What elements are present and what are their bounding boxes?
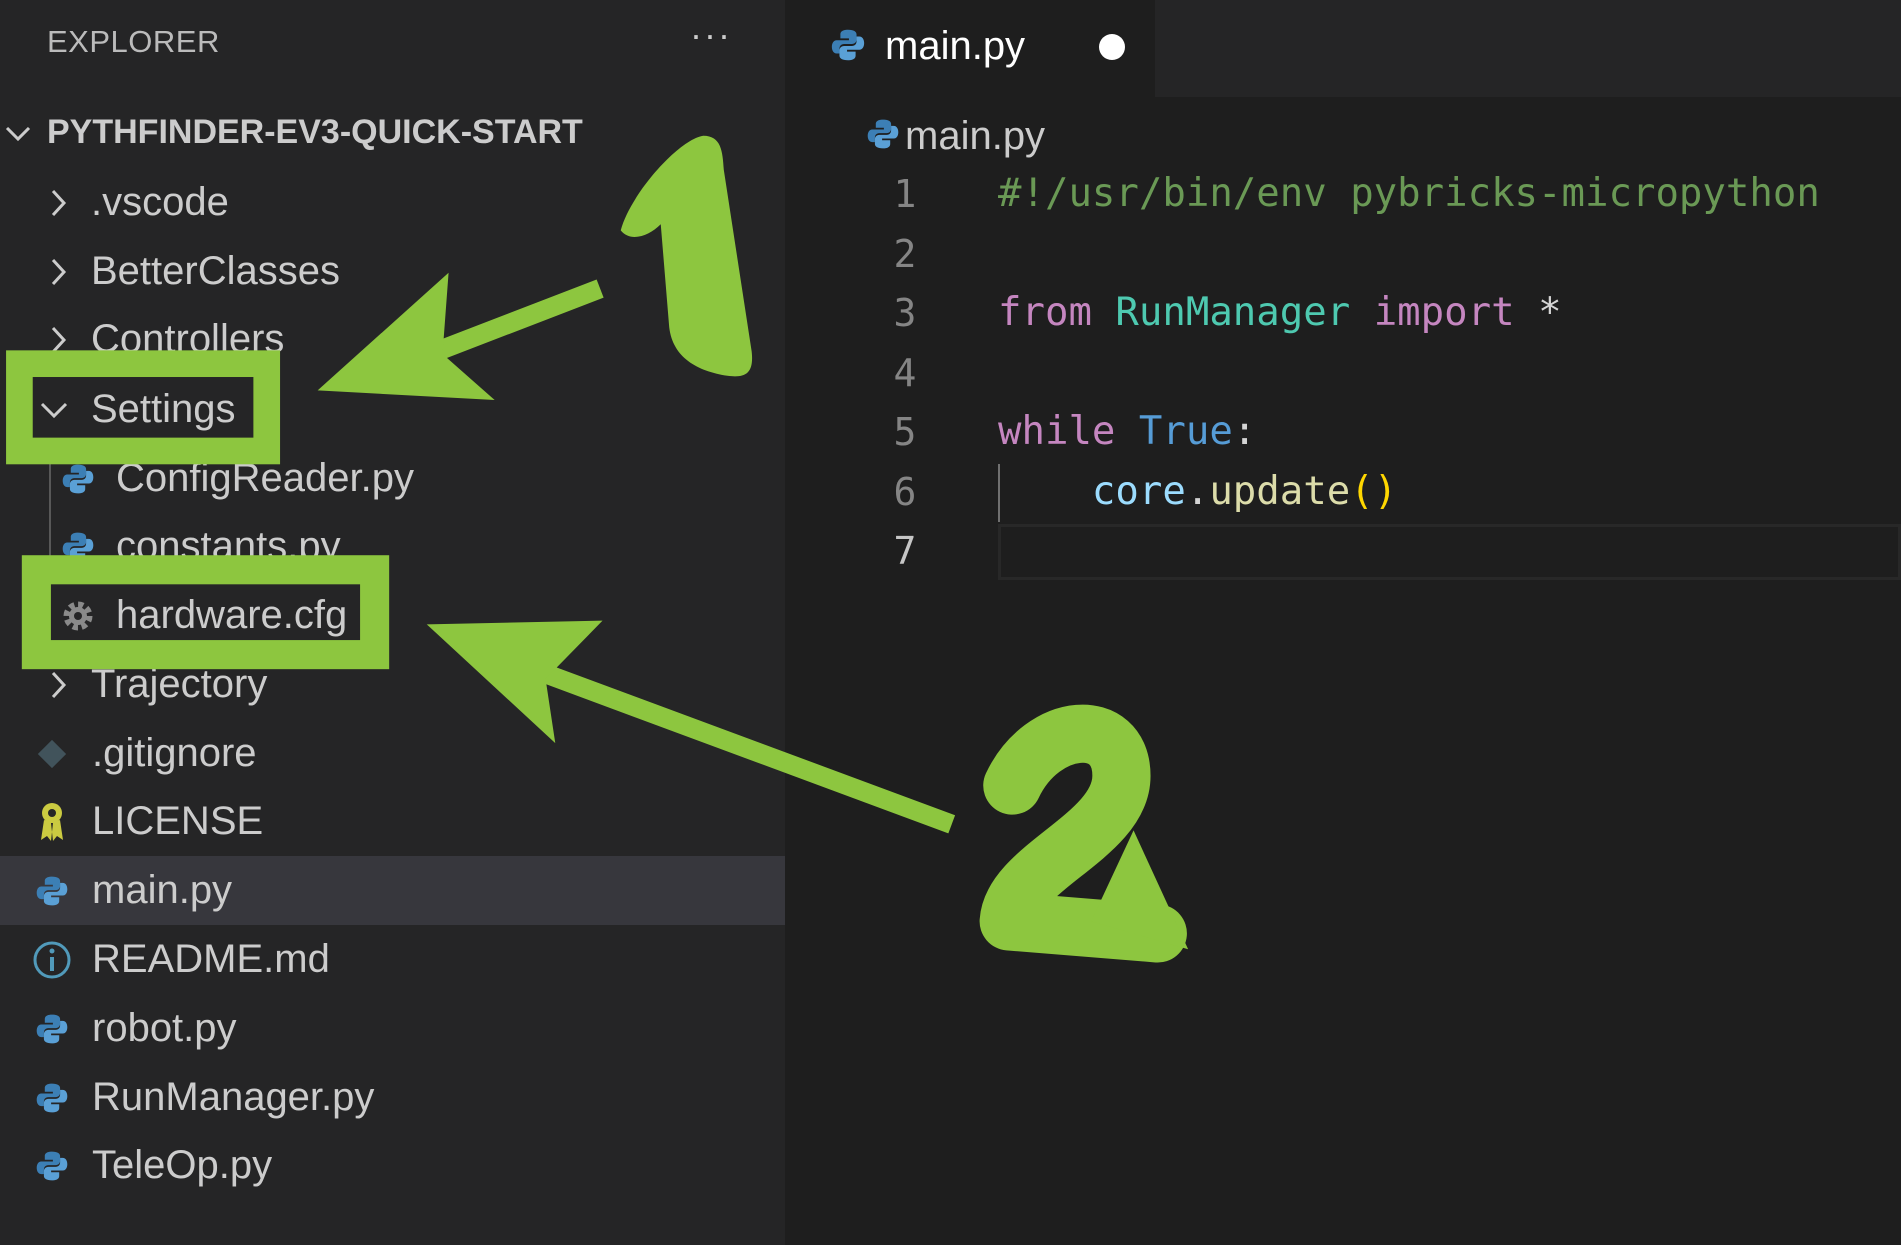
tree-item-label: LICENSE (92, 799, 264, 843)
chevron-right-icon (40, 247, 76, 297)
parentheses: () (1350, 469, 1398, 514)
unsaved-dot-icon[interactable] (1099, 34, 1125, 60)
line-number: 2 (893, 232, 917, 276)
editor-pane: main.py main.py 1 2 3 4 5 6 7 #!/usr/bin… (785, 0, 1901, 1245)
tree-item-trajectory[interactable]: Trajectory (0, 650, 785, 719)
tree-item-label: .gitignore (92, 731, 257, 775)
python-icon (58, 527, 98, 567)
tree-item-configreader[interactable]: ConfigReader.py (0, 444, 785, 513)
python-icon (32, 871, 72, 911)
more-actions-button[interactable]: ··· (690, 14, 732, 56)
tree-item-label: constants.py (116, 524, 341, 568)
license-ribbon-icon (32, 802, 72, 842)
tree-item-label: hardware.cfg (116, 593, 348, 637)
tree-item-label: TeleOp.py (92, 1143, 273, 1187)
tree-item-label: .vscode (91, 180, 229, 224)
python-icon (32, 1009, 72, 1049)
tree-item-vscode[interactable]: .vscode (0, 168, 785, 237)
tab-main-py[interactable]: main.py (785, 0, 1155, 97)
chevron-right-icon (40, 660, 76, 710)
tree-item-label: Trajectory (91, 662, 268, 706)
python-icon (32, 1146, 72, 1186)
tree-item-betterclasses[interactable]: BetterClasses (0, 237, 785, 306)
tree-item-label: RunManager.py (92, 1075, 375, 1119)
workspace-root[interactable]: PYTHFINDER-EV3-QUICK-START (0, 98, 785, 167)
explorer-sidebar: EXPLORER ··· PYTHFINDER-EV3-QUICK-START … (0, 0, 785, 1245)
code-line-6[interactable]: core.update() (998, 469, 1397, 514)
tree-item-label: BetterClasses (91, 249, 340, 293)
tree-item-label: ConfigReader.py (116, 456, 414, 500)
tree-item-runmanager-py[interactable]: RunManager.py (0, 1063, 785, 1132)
workspace-root-label: PYTHFINDER-EV3-QUICK-START (47, 113, 583, 151)
keyword: import (1373, 290, 1515, 335)
tab-label: main.py (885, 24, 1026, 68)
tree-item-label: Settings (91, 387, 236, 431)
variable: core (1091, 469, 1186, 514)
dot: . (1185, 469, 1210, 514)
line-number: 6 (893, 470, 917, 514)
tree-item-constants[interactable]: constants.py (0, 512, 785, 581)
tree-item-label: robot.py (92, 1006, 237, 1050)
breadcrumb-file: main.py (905, 114, 1046, 158)
tree-item-main-py[interactable]: main.py (0, 856, 785, 925)
chevron-down-icon (0, 108, 36, 158)
info-icon (32, 940, 72, 980)
explorer-header: EXPLORER (47, 24, 220, 59)
tree-item-robot-py[interactable]: robot.py (0, 994, 785, 1063)
code-line-3[interactable]: from RunManager import * (998, 290, 1562, 335)
chevron-down-icon (36, 385, 72, 435)
tab-bar: main.py (785, 0, 1901, 97)
function-name: update (1209, 469, 1351, 514)
tree-item-label: README.md (92, 937, 330, 981)
line-number: 3 (893, 291, 917, 335)
python-icon (32, 1078, 72, 1118)
tree-item-label: main.py (92, 868, 233, 912)
code-line-5[interactable]: while True: (998, 409, 1256, 454)
line-number: 4 (893, 351, 917, 395)
current-line-highlight (998, 524, 1901, 580)
tree-item-label: Controllers (91, 317, 285, 361)
tree-item-teleop-py[interactable]: TeleOp.py (0, 1131, 785, 1200)
python-icon (58, 459, 98, 499)
wildcard: * (1538, 290, 1562, 335)
line-number: 1 (893, 172, 917, 216)
python-icon (829, 26, 867, 69)
python-icon (865, 116, 901, 157)
tree-item-readme[interactable]: README.md (0, 925, 785, 994)
module-name: RunManager (1115, 290, 1351, 335)
tree-item-controllers[interactable]: Controllers (0, 305, 785, 374)
code-line-1[interactable]: #!/usr/bin/env pybricks-micropython (998, 171, 1820, 216)
tree-item-settings[interactable]: Settings (0, 375, 785, 444)
line-number: 5 (893, 410, 917, 454)
keyword: while (998, 409, 1116, 454)
shebang-comment: #!/usr/bin/env pybricks-micropython (998, 171, 1820, 216)
chevron-right-icon (40, 315, 76, 365)
line-number: 7 (893, 529, 917, 573)
git-diamond-icon (32, 734, 72, 774)
tree-item-hardware-cfg[interactable]: hardware.cfg (0, 581, 785, 650)
tree-item-gitignore[interactable]: .gitignore (0, 719, 785, 788)
tree-item-license[interactable]: LICENSE (0, 787, 785, 856)
gear-icon (58, 596, 98, 636)
constant: True (1138, 409, 1233, 454)
chevron-right-icon (40, 178, 76, 228)
colon: : (1232, 409, 1257, 454)
keyword: from (998, 290, 1092, 335)
